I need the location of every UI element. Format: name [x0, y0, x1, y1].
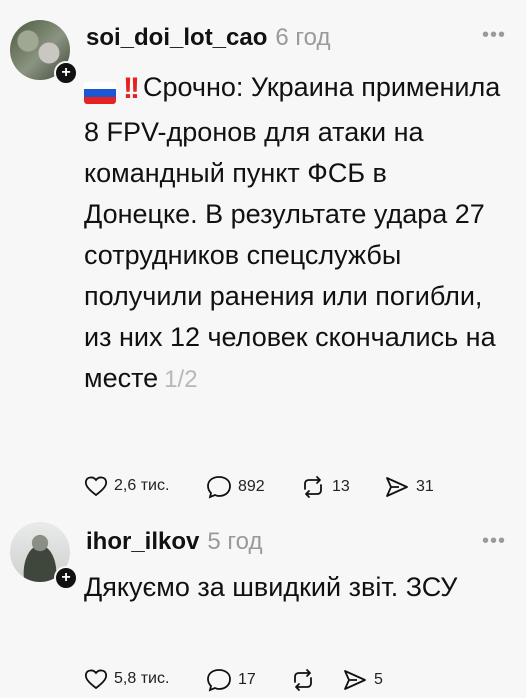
post-text: Дякуємо за швидкий звіт. ЗСУ [84, 572, 458, 602]
comment-icon [207, 476, 231, 499]
like-button[interactable]: 5,8 тис. [84, 668, 169, 690]
share-count: 5 [374, 671, 383, 688]
post-text-container: !! Срочно: Украина применила 8 FPV-дронов… [84, 67, 504, 400]
comment-count: 17 [238, 671, 256, 688]
username[interactable]: soi_doi_lot_cao [86, 24, 267, 51]
follow-plus-icon[interactable]: + [54, 61, 78, 85]
post-1: + soi_doi_lot_cao 6 год ••• !! Срочно: Укр… [0, 0, 526, 512]
repost-icon [304, 476, 322, 498]
repost-button[interactable]: 13 [300, 475, 350, 499]
post-text: Срочно: Украина применила 8 FPV-дронов д… [84, 72, 501, 393]
share-count: 31 [416, 478, 434, 495]
russia-flag-icon [84, 71, 119, 112]
like-button[interactable]: 2,6 тис. [84, 475, 169, 497]
timestamp: 5 год [207, 528, 263, 555]
post-header: ihor_ilkov 5 год [86, 528, 262, 556]
share-button[interactable]: 31 [384, 475, 434, 499]
like-count: 2,6 тис. [114, 477, 170, 494]
page-indicator: 1/2 [164, 366, 198, 393]
like-count: 5,8 тис. [114, 670, 170, 687]
timestamp: 6 год [275, 24, 331, 51]
follow-plus-icon[interactable]: + [54, 566, 78, 590]
comment-icon [207, 669, 231, 692]
username[interactable]: ihor_ilkov [86, 528, 199, 555]
comment-count: 892 [238, 478, 265, 495]
comment-button[interactable]: 17 [206, 668, 256, 692]
send-icon [386, 477, 408, 497]
share-button[interactable]: 5 [342, 668, 383, 692]
more-icon[interactable]: ••• [482, 24, 506, 47]
send-icon [344, 670, 366, 690]
heart-icon [84, 476, 108, 497]
double-exclamation-icon: !! [123, 72, 140, 106]
comment-button[interactable]: 892 [206, 475, 265, 499]
repost-button[interactable] [290, 668, 322, 692]
heart-icon [84, 669, 108, 690]
post-header: soi_doi_lot_cao 6 год [86, 24, 330, 52]
more-icon[interactable]: ••• [482, 530, 506, 553]
repost-icon [294, 669, 312, 691]
action-bar: 2,6 тис. 892 13 31 [84, 475, 526, 505]
repost-count: 13 [332, 478, 350, 495]
